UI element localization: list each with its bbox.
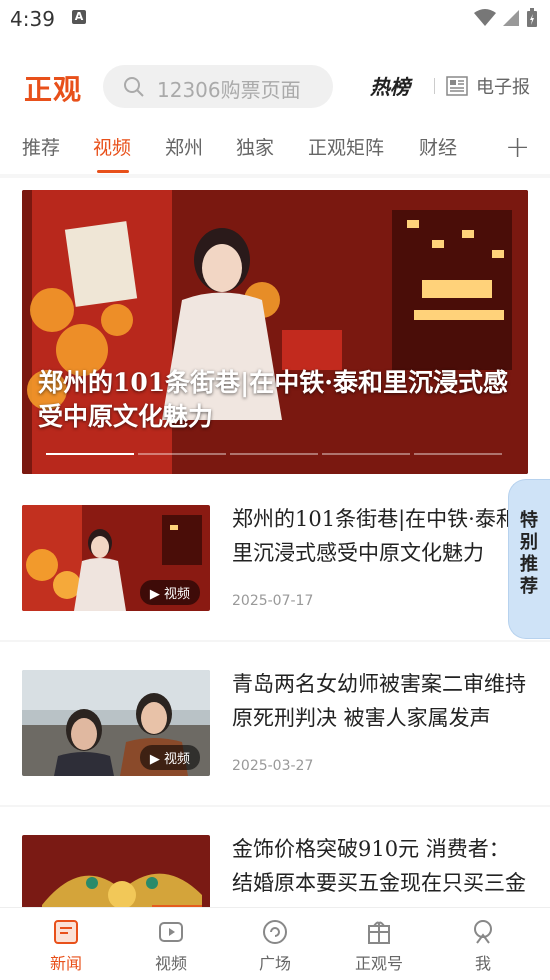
banner-title: 郑州的101条街巷|在中铁·泰和里沉浸式感受中原文化魅力 <box>38 368 508 431</box>
signal-icon <box>503 10 519 26</box>
special-recommend-label: 特别推荐 <box>520 510 538 597</box>
refresh-icon <box>263 920 287 944</box>
banner-dot[interactable] <box>322 453 410 455</box>
item-divider <box>0 805 550 807</box>
nav-video-label: 视频 <box>154 954 187 973</box>
video-play-icon <box>159 922 183 942</box>
nav-zhengguanhao[interactable]: 正观号 <box>339 918 419 974</box>
notification-icon: A <box>72 10 86 24</box>
news-thumbnail: ▶ 视频 <box>22 505 210 611</box>
hotlist-button[interactable]: 热榜 <box>370 71 410 100</box>
channel-tabs: 推荐 视频 郑州 独家 正观矩阵 财经 + <box>0 128 550 173</box>
news-icon <box>54 920 78 944</box>
nav-me-label: 我 <box>474 954 491 973</box>
status-time: 4:39 <box>10 7 55 31</box>
video-badge-label: 视频 <box>163 587 190 602</box>
tab-recommend[interactable]: 推荐 <box>22 133 60 160</box>
nav-plaza[interactable]: 广场 <box>235 918 315 974</box>
status-bar: 4:39 A <box>0 0 550 36</box>
news-item[interactable]: ▶ 视频 郑州的101条街巷|在中铁·泰和里沉浸式感受中原文化魅力 2025-0… <box>0 480 550 644</box>
app-logo: 正观 <box>24 73 83 106</box>
search-placeholder: 12306购票页面 <box>157 78 301 102</box>
tab-finance[interactable]: 财经 <box>419 133 457 160</box>
nav-news-label: 新闻 <box>49 954 82 973</box>
video-badge: ▶ 视频 <box>139 580 200 605</box>
newspaper-icon <box>446 76 468 96</box>
video-badge-label: 视频 <box>163 752 190 767</box>
bottom-nav: 新闻 视频 广场 正观号 我 <box>0 907 550 980</box>
banner-dot[interactable] <box>414 453 502 455</box>
gift-box-icon <box>368 921 390 944</box>
news-title: 郑州的101条街巷|在中铁·泰和里沉浸式感受中原文化魅力 <box>232 507 517 565</box>
nav-news[interactable]: 新闻 <box>26 918 106 974</box>
nav-me[interactable]: 我 <box>443 918 523 974</box>
search-icon <box>124 77 144 97</box>
status-icons <box>474 8 538 28</box>
wifi-icon <box>474 9 496 26</box>
tab-exclusive[interactable]: 独家 <box>236 133 274 160</box>
banner-dot[interactable] <box>230 453 318 455</box>
news-title: 金饰价格突破910元 消费者：结婚原本要买五金现在只买三金 <box>232 837 526 895</box>
banner-dot[interactable] <box>138 453 226 455</box>
featured-banner[interactable]: 郑州的101条街巷|在中铁·泰和里沉浸式感受中原文化魅力 <box>22 190 528 474</box>
battery-icon <box>527 8 537 27</box>
nav-video[interactable]: 视频 <box>131 918 211 974</box>
app-header: 正观 12306购票页面 热榜 电子报 <box>0 56 550 118</box>
add-channel-icon[interactable]: + <box>505 130 530 165</box>
special-recommend-tab[interactable]: 特别推荐 <box>508 479 550 639</box>
nav-plaza-label: 广场 <box>258 954 291 973</box>
header-divider <box>434 78 435 94</box>
epaper-button[interactable]: 电子报 <box>446 73 530 99</box>
news-item[interactable]: ▶ 视频 青岛两名女幼师被害案二审维持原死刑判决 被害人家属发声 2025-03… <box>0 645 550 809</box>
tab-video[interactable]: 视频 <box>93 133 131 160</box>
news-thumbnail: ▶ 视频 <box>22 670 210 776</box>
banner-dot[interactable] <box>46 453 134 455</box>
video-badge: ▶ 视频 <box>139 745 200 770</box>
nav-zhengguanhao-label: 正观号 <box>354 954 403 973</box>
tabs-divider <box>0 174 550 178</box>
news-title: 青岛两名女幼师被害案二审维持原死刑判决 被害人家属发声 <box>232 672 526 730</box>
profile-icon <box>474 920 492 944</box>
banner-pagination <box>46 453 502 455</box>
active-tab-indicator <box>97 170 129 173</box>
epaper-label: 电子报 <box>476 77 530 98</box>
tab-zhengzhou[interactable]: 郑州 <box>165 133 203 160</box>
item-divider <box>0 640 550 642</box>
news-date: 2025-07-17 <box>232 593 314 609</box>
search-box[interactable]: 12306购票页面 <box>103 65 333 108</box>
news-date: 2025-03-27 <box>232 758 314 774</box>
tab-matrix[interactable]: 正观矩阵 <box>308 133 384 160</box>
